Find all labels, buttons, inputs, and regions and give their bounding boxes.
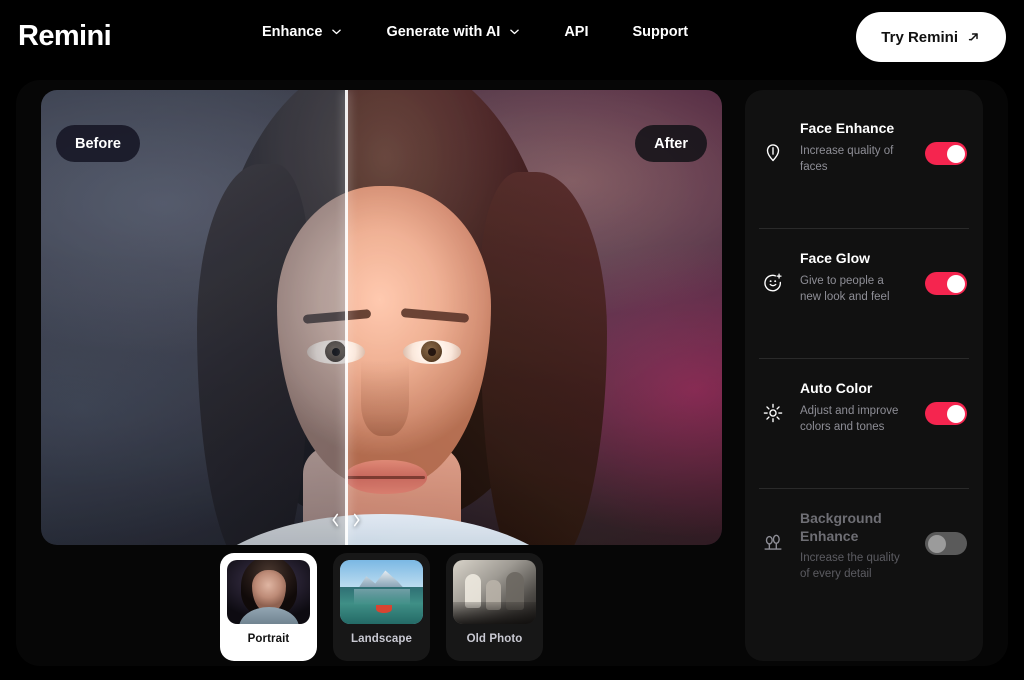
nav-item-label: Support <box>633 24 689 40</box>
toggle-knob <box>947 275 965 293</box>
external-link-icon <box>967 30 981 44</box>
auto-color-toggle[interactable] <box>925 402 967 425</box>
old-photo-art-vignette <box>453 602 536 624</box>
enhancement-options-panel: Face Enhance Increase quality of faces F… <box>745 90 983 661</box>
landscape-art-boat <box>376 605 392 613</box>
before-badge: Before <box>56 125 140 162</box>
option-face-glow[interactable]: Face Glow Give to people a new look and … <box>745 228 983 358</box>
brightness-sun-icon <box>758 380 788 424</box>
after-badge: After <box>635 125 707 162</box>
try-remini-button[interactable]: Try Remini <box>856 12 1006 62</box>
brand-logo[interactable]: Remini <box>18 20 111 53</box>
option-text: Face Glow Give to people a new look and … <box>788 250 925 305</box>
face-glow-icon <box>758 250 788 294</box>
chevron-down-icon <box>331 26 342 37</box>
option-text: Background Enhance Increase the quality … <box>788 510 925 583</box>
nav-item-label: API <box>564 24 588 40</box>
option-description: Increase quality of faces <box>800 143 904 176</box>
nav-item-generate-with-ai[interactable]: Generate with AI <box>386 24 542 40</box>
face-enhance-icon <box>758 120 788 164</box>
option-title: Auto Color <box>800 380 919 398</box>
option-description: Adjust and improve colors and tones <box>800 403 904 436</box>
portrait-thumb-image <box>227 560 310 624</box>
comparison-split-line[interactable] <box>345 90 348 545</box>
chevron-right-icon[interactable] <box>352 513 362 528</box>
option-background-enhance[interactable]: Background Enhance Increase the quality … <box>745 488 983 618</box>
option-face-enhance[interactable]: Face Enhance Increase quality of faces <box>745 98 983 228</box>
nav-item-label: Enhance <box>262 24 322 40</box>
landscape-art <box>340 560 423 624</box>
thumbnail-portrait[interactable]: Portrait <box>220 553 317 661</box>
background-enhance-toggle[interactable] <box>925 532 967 555</box>
option-text: Auto Color Adjust and improve colors and… <box>788 380 925 435</box>
app-shell: Before After Portrait <box>16 80 1008 666</box>
toggle-knob <box>947 145 965 163</box>
thumbnail-label: Portrait <box>248 633 290 645</box>
thumbnail-label: Landscape <box>351 633 412 645</box>
option-text: Face Enhance Increase quality of faces <box>788 120 925 175</box>
landscape-art-reflection <box>354 589 410 605</box>
thumbnail-label: Old Photo <box>467 633 523 645</box>
comparison-slider-handle[interactable] <box>331 513 362 528</box>
nav-item-support[interactable]: Support <box>633 24 689 40</box>
toggle-knob <box>947 405 965 423</box>
background-trees-icon <box>758 510 788 554</box>
old-photo-art <box>453 560 536 624</box>
landscape-thumb-image <box>340 560 423 624</box>
site-header: Remini Enhance Generate with AI API Supp… <box>0 0 1024 76</box>
before-after-comparison-viewer[interactable]: Before After <box>41 90 722 545</box>
toggle-knob <box>928 535 946 553</box>
option-title: Background Enhance <box>800 510 919 545</box>
nav-item-api[interactable]: API <box>564 24 610 40</box>
chevron-left-icon[interactable] <box>331 513 341 528</box>
sample-thumbnail-list: Portrait Landscape <box>41 553 722 661</box>
nav-item-label: Generate with AI <box>386 24 500 40</box>
option-title: Face Enhance <box>800 120 919 138</box>
thumbnail-landscape[interactable]: Landscape <box>333 553 430 661</box>
old-photo-thumb-image <box>453 560 536 624</box>
option-description: Increase the quality of every detail <box>800 550 904 583</box>
thumbnail-old-photo[interactable]: Old Photo <box>446 553 543 661</box>
option-description: Give to people a new look and feel <box>800 273 904 306</box>
option-title: Face Glow <box>800 250 919 268</box>
option-auto-color[interactable]: Auto Color Adjust and improve colors and… <box>745 358 983 488</box>
face-glow-toggle[interactable] <box>925 272 967 295</box>
face-enhance-toggle[interactable] <box>925 142 967 165</box>
try-remini-label: Try Remini <box>881 29 958 46</box>
comparison-viewer-wrap: Before After <box>41 90 722 545</box>
main-nav: Enhance Generate with AI API Support <box>262 24 688 40</box>
nav-item-enhance[interactable]: Enhance <box>262 24 364 40</box>
chevron-down-icon <box>509 26 520 37</box>
